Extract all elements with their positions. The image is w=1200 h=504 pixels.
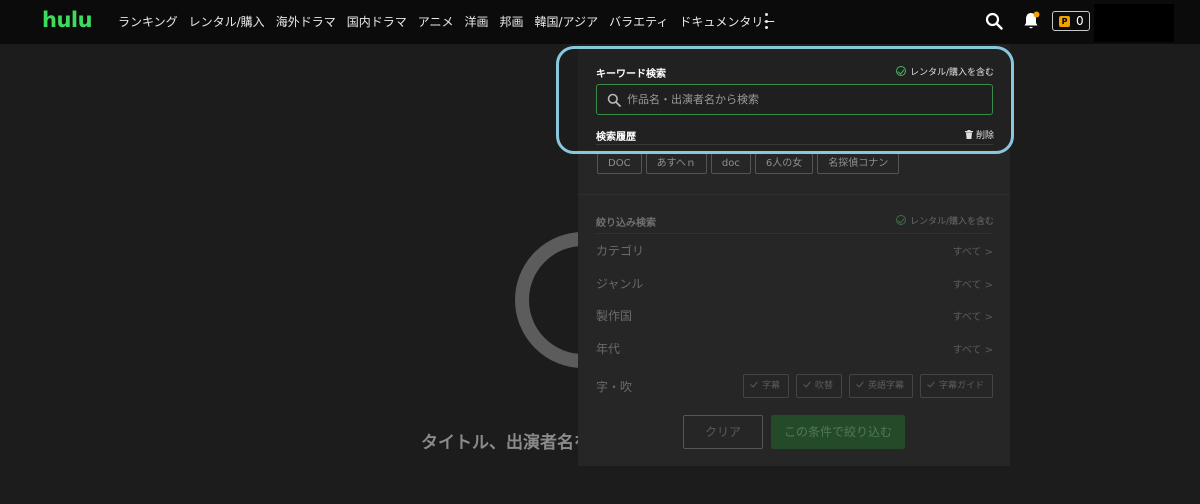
- nav-rental[interactable]: レンタル/購入: [189, 13, 265, 30]
- filter-genre-value: すべて >: [952, 280, 993, 291]
- subtitle-option-label: 字幕ガイド: [938, 381, 984, 391]
- check-icon: [856, 379, 864, 388]
- section-divider: [578, 194, 1010, 195]
- loading-message: タイトル、出演者名を: [421, 433, 591, 453]
- history-chips: DOC あすへｎ doc 6人の女 名探偵コナン: [597, 153, 903, 174]
- trash-icon: [964, 130, 973, 139]
- filter-search-title: 絞り込み検索: [596, 218, 656, 229]
- filter-era-label: 年代: [596, 342, 621, 356]
- history-chip[interactable]: doc: [710, 153, 751, 174]
- filter-category-label: カテゴリ: [596, 244, 645, 258]
- search-icon: [607, 93, 621, 107]
- nav-western-movies[interactable]: 洋画: [464, 13, 488, 30]
- history-chip[interactable]: あすへｎ: [645, 153, 707, 174]
- filter-category-row[interactable]: カテゴリ すべて >: [596, 238, 993, 262]
- points-badge-icon: P: [1059, 15, 1070, 27]
- rental-include-label: レンタル/購入を含む: [909, 68, 994, 78]
- subtitle-option-label: 字幕: [761, 381, 780, 391]
- check-icon: [803, 379, 811, 388]
- subtitle-dub-label: 字・吹: [596, 380, 633, 394]
- profile-area[interactable]: [1094, 4, 1174, 42]
- filter-country-row[interactable]: 製作国 すべて >: [596, 303, 993, 327]
- hulu-logo[interactable]: hulu: [42, 8, 93, 32]
- history-chip[interactable]: 6人の女: [754, 153, 814, 174]
- main-nav: ランキング レンタル/購入 海外ドラマ 国内ドラマ アニメ 洋画 邦画 韓国/ア…: [118, 13, 786, 30]
- more-menu-icon[interactable]: [762, 13, 770, 29]
- check-circle-icon: [895, 215, 906, 225]
- subtitle-option-guide[interactable]: 字幕ガイド: [919, 374, 993, 398]
- nav-japanese-movies[interactable]: 邦画: [500, 13, 524, 30]
- filter-rental-include-label: レンタル/購入を含む: [909, 217, 994, 227]
- history-chip[interactable]: 名探偵コナン: [817, 153, 900, 174]
- points-button[interactable]: P 0: [1052, 11, 1090, 31]
- search-panel: キーワード検索 レンタル/購入を含む 検索履歴 削除 DOC あすへｎ doc …: [578, 44, 1010, 466]
- filter-category-value: すべて >: [952, 247, 993, 258]
- apply-filter-button[interactable]: この条件で絞り込む: [771, 415, 905, 449]
- check-icon: [750, 379, 758, 388]
- subtitle-option-dub[interactable]: 吹替: [795, 374, 842, 398]
- nav-documentary[interactable]: ドキュメンタリー: [679, 13, 775, 30]
- filter-genre-label: ジャンル: [596, 277, 644, 291]
- points-value: 0: [1076, 14, 1084, 28]
- subtitle-option-label: 英語字幕: [867, 381, 904, 391]
- subtitle-dub-row: 字・吹 字幕 吹替 英語字幕 字幕ガイド: [596, 374, 993, 398]
- nav-domestic-drama[interactable]: 国内ドラマ: [347, 13, 407, 30]
- keyword-search-box[interactable]: [596, 84, 993, 115]
- subtitle-option-label: 吹替: [814, 381, 833, 391]
- nav-ranking[interactable]: ランキング: [118, 13, 178, 30]
- subtitle-option-english[interactable]: 英語字幕: [848, 374, 913, 398]
- check-circle-icon: [895, 66, 906, 76]
- delete-history-label: 削除: [975, 131, 994, 141]
- filter-genre-row[interactable]: ジャンル すべて >: [596, 271, 993, 295]
- rental-include-checkbox[interactable]: レンタル/購入を含む: [895, 65, 994, 78]
- subtitle-options: 字幕 吹替 英語字幕 字幕ガイド: [736, 374, 993, 398]
- filter-era-row[interactable]: 年代 すべて >: [596, 336, 993, 360]
- history-divider: [596, 144, 993, 145]
- subtitle-option-subs[interactable]: 字幕: [742, 374, 789, 398]
- filter-era-value: すべて >: [952, 345, 993, 356]
- history-chip[interactable]: DOC: [597, 153, 642, 174]
- search-history-title: 検索履歴: [596, 132, 636, 143]
- nav-variety[interactable]: バラエティ: [609, 13, 668, 30]
- nav-overseas-drama[interactable]: 海外ドラマ: [276, 13, 336, 30]
- search-icon[interactable]: [985, 12, 1003, 30]
- nav-anime[interactable]: アニメ: [418, 13, 454, 30]
- notification-bell-icon[interactable]: [1022, 11, 1040, 31]
- check-icon: [927, 379, 935, 388]
- filter-country-value: すべて >: [952, 312, 993, 323]
- delete-history-button[interactable]: 削除: [964, 128, 994, 141]
- top-nav-bar: hulu ランキング レンタル/購入 海外ドラマ 国内ドラマ アニメ 洋画 邦画…: [0, 0, 1200, 44]
- keyword-search-input[interactable]: [627, 85, 987, 114]
- filter-rental-include-checkbox[interactable]: レンタル/購入を含む: [895, 214, 994, 227]
- clear-button[interactable]: クリア: [683, 415, 763, 449]
- filter-divider: [596, 233, 993, 234]
- nav-korea-asia[interactable]: 韓国/アジア: [535, 13, 599, 30]
- keyword-search-title: キーワード検索: [596, 69, 666, 80]
- filter-country-label: 製作国: [596, 309, 633, 323]
